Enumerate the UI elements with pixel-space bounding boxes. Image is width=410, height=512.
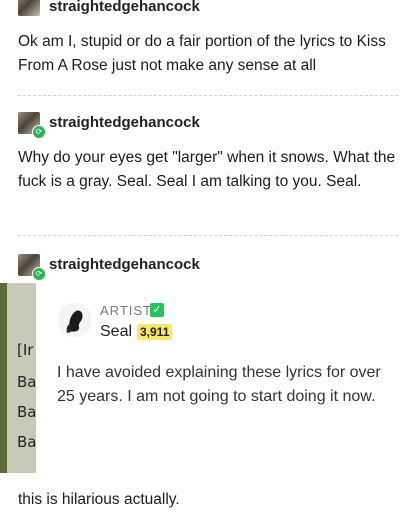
embedded-screenshot: [Ir Ba Ba Ba ARTIST ✓ Seal 3,911 I have …: [0, 283, 410, 473]
cropped-sidebar: [Ir Ba Ba Ba: [0, 283, 36, 473]
strip-text-4: Ba: [17, 433, 36, 451]
artist-reply-text: I have avoided explaining these lyrics f…: [57, 364, 381, 405]
post-caption: this is hilarious actually.: [18, 491, 180, 508]
strip-text-2: Ba: [17, 373, 36, 391]
post-text: Ok am I, stupid or do a fair portion of …: [18, 33, 386, 74]
artist-name[interactable]: Seal: [100, 323, 132, 341]
artist-silhouette-icon: [58, 303, 92, 337]
reblog-icon: ⟳: [32, 267, 46, 281]
strip-text-3: Ba: [17, 403, 36, 421]
post-username[interactable]: straightedgehancock: [49, 256, 200, 273]
check-icon: ✓: [150, 303, 164, 317]
artist-badge-label: ARTIST: [100, 303, 152, 318]
post-divider: [18, 235, 398, 236]
post-username[interactable]: straightedgehancock: [49, 114, 200, 131]
user-avatar[interactable]: [18, 0, 40, 16]
post-divider: [18, 95, 398, 96]
post-username[interactable]: straightedgehancock: [49, 0, 200, 15]
strip-text-1: [Ir: [17, 341, 34, 359]
artist-score-badge: 3,911: [137, 324, 173, 340]
sidebar-edge: [0, 283, 7, 473]
artist-avatar[interactable]: [58, 303, 92, 337]
post-text: Why do your eyes get "larger" when it sn…: [18, 149, 396, 190]
reblog-icon: ⟳: [32, 125, 46, 139]
